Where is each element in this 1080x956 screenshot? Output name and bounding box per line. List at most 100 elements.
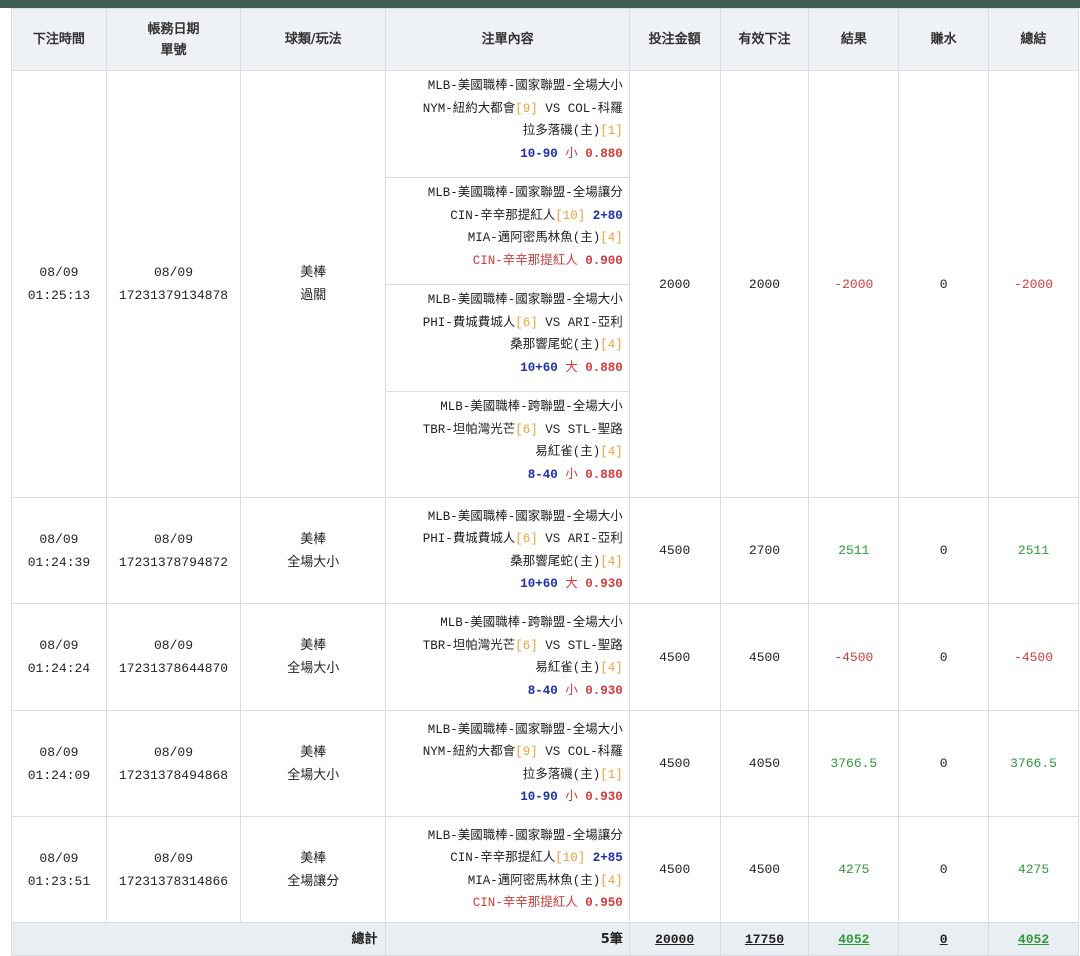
cell-bet-time-line2: 01:24:39 bbox=[27, 554, 91, 570]
pick-away-team: STL-聖路 bbox=[567, 638, 623, 653]
pick-side: 小 bbox=[557, 146, 586, 161]
cell-bet-time-top: 08/09 bbox=[12, 741, 106, 764]
pick-line: 8-40 bbox=[527, 467, 558, 482]
cell-result-value: 3766.5 bbox=[830, 756, 878, 771]
pick-odds: 0.880 bbox=[585, 467, 623, 482]
cell-acct-order-line2: 17231378314866 bbox=[118, 873, 229, 889]
summary-rebate-value[interactable]: 0 bbox=[940, 932, 948, 947]
cell-total: 4275 bbox=[988, 816, 1079, 923]
cell-acct-order-top: 08/09 bbox=[107, 847, 240, 870]
cell-sport-play-line1: 美棒 bbox=[300, 531, 327, 547]
pick-away-name: MIA-邁阿密馬林魚(主) bbox=[467, 231, 601, 245]
bet-pick: MLB-美國職棒-國家聯盟-全場大小 PHI-費城費城人[6] VS ARI-亞利… bbox=[386, 502, 628, 600]
cell-total-value: -2000 bbox=[1014, 276, 1054, 292]
summary-total-value[interactable]: 4052 bbox=[1018, 932, 1049, 947]
pick-away-rank: [4] bbox=[600, 554, 623, 569]
cell-acct-order-line1: 08/09 bbox=[153, 531, 193, 547]
cell-bet-time-line1: 08/09 bbox=[39, 531, 79, 547]
pick-league-line: MLB-美國職棒-國家聯盟-全場讓分 bbox=[390, 182, 623, 205]
cell-bet-time-bottom: 01:24:39 bbox=[12, 551, 106, 574]
summary-stake-value[interactable]: 20000 bbox=[655, 932, 694, 947]
cell-total: 3766.5 bbox=[988, 710, 1079, 817]
cell-rebate: 0 bbox=[898, 497, 990, 604]
cell-bet-time-top: 08/09 bbox=[12, 634, 106, 657]
summary-row: 總計 5筆 20000 17750 4052 0 4052 bbox=[10, 922, 1079, 956]
cell-sport-play: 美棒 全場大小 bbox=[240, 497, 387, 604]
cell-stake: 4500 bbox=[628, 603, 721, 711]
pick-league-line: MLB-美國職棒-國家聯盟-全場大小 bbox=[390, 719, 623, 742]
cell-sport-play: 美棒 全場大小 bbox=[240, 710, 387, 817]
pick-away-rank: [4] bbox=[600, 873, 623, 888]
cell-sport-play-line2: 全場大小 bbox=[287, 767, 340, 783]
cell-acct-order-bottom: 17231379134878 bbox=[107, 284, 240, 307]
cell-valid-value: 4500 bbox=[748, 862, 781, 877]
pick-match-line: NYM-紐約大都會[9] VS COL-科羅 bbox=[390, 98, 623, 121]
cell-result-value: 2511 bbox=[838, 543, 870, 558]
cell-sport-play-line1: 美棒 bbox=[300, 744, 327, 760]
cell-acct-order-top: 08/09 bbox=[107, 528, 240, 551]
cell-sport-play: 美棒 全場讓分 bbox=[240, 816, 387, 923]
pick-team: CIN-辛辛那提紅人 bbox=[472, 896, 578, 910]
pick-vs: VS bbox=[537, 745, 568, 759]
cell-stake: 4500 bbox=[628, 497, 721, 604]
pick-league: MLB-美國職棒-國家聯盟-全場大小 bbox=[427, 293, 623, 307]
pick-away-line: 拉多落磯(主)[1] bbox=[390, 120, 623, 143]
cell-sport-play-top: 美棒 bbox=[241, 847, 385, 870]
cell-sport-play-top: 美棒 bbox=[241, 741, 385, 764]
cell-acct-order-line2: 17231378794872 bbox=[118, 554, 229, 570]
pick-match-line: PHI-費城費城人[6] VS ARI-亞利 bbox=[390, 528, 623, 551]
cell-sport-play-line1: 美棒 bbox=[300, 265, 327, 280]
pick-away-name: MIA-邁阿密馬林魚(主) bbox=[467, 873, 601, 888]
col-header-total: 總結 bbox=[988, 8, 1079, 71]
col-header-valid: 有效下注 bbox=[719, 8, 810, 71]
cell-valid: 2700 bbox=[719, 497, 810, 604]
cell-sport-play-bottom: 全場大小 bbox=[241, 764, 385, 787]
cell-bet-time-line2: 01:24:24 bbox=[27, 661, 91, 676]
pick-match-line: TBR-坦帕灣光芒[6] VS STL-聖路 bbox=[390, 635, 623, 658]
pick-league-line: MLB-美國職棒-國家聯盟-全場大小 bbox=[390, 506, 623, 529]
cell-rebate-value: 0 bbox=[939, 649, 948, 665]
col-header-date-line1: 帳務日期 bbox=[147, 21, 200, 37]
cell-rebate: 0 bbox=[898, 710, 990, 817]
pick-odds: 0.930 bbox=[585, 577, 623, 591]
cell-rebate-value: 0 bbox=[939, 276, 948, 292]
cell-valid: 4500 bbox=[719, 603, 810, 711]
cell-total-value: 3766.5 bbox=[1010, 756, 1057, 771]
pick-away-rank: [1] bbox=[600, 767, 623, 782]
cell-stake: 4500 bbox=[628, 710, 721, 817]
cell-valid: 4050 bbox=[719, 710, 810, 817]
bet-pick: MLB-美國職棒-國家聯盟-全場讓分 CIN-辛辛那提紅人[10] 2+85 MIA… bbox=[386, 821, 628, 919]
cell-acct-order-bottom: 17231378644870 bbox=[107, 657, 240, 680]
cell-bet-time: 08/09 01:24:24 bbox=[11, 603, 107, 711]
pick-away-line: 桑那響尾蛇(主)[4] bbox=[390, 551, 623, 574]
pick-vs: VS bbox=[537, 532, 568, 546]
cell-total-value: 2511 bbox=[1017, 543, 1050, 558]
cell-bet-time-bottom: 01:23:51 bbox=[12, 870, 106, 893]
pick-match-line: CIN-辛辛那提紅人[10] 2+85 bbox=[390, 847, 623, 870]
pick-home-rank: [10] bbox=[555, 851, 586, 865]
pick-side: 小 bbox=[557, 467, 586, 482]
pick-odds: 0.880 bbox=[585, 360, 623, 375]
pick-away-name: 拉多落磯(主) bbox=[522, 767, 601, 782]
cell-bet-time: 08/09 01:24:39 bbox=[11, 497, 107, 604]
summary-valid-value[interactable]: 17750 bbox=[745, 932, 784, 947]
cell-rebate: 0 bbox=[898, 70, 990, 498]
col-header-result: 結果 bbox=[808, 8, 900, 71]
table-row: 08/09 01:23:51 08/09 17231378314866 美棒 全場讓分 ML… bbox=[11, 816, 1079, 923]
cell-acct-order-bottom: 17231378794872 bbox=[107, 551, 240, 574]
pick-away-team: ARI-亞利 bbox=[567, 315, 623, 330]
cell-valid: 4500 bbox=[719, 816, 810, 923]
cell-bet-time-line1: 08/09 bbox=[39, 744, 79, 760]
summary-result-value[interactable]: 4052 bbox=[838, 932, 869, 947]
cell-acct-order-bottom: 17231378314866 bbox=[107, 870, 240, 893]
bet-records-table: 下注時間 帳務日期 單號 球類/玩法 注單內容 投注金額 有效下注 結果 賺水 … bbox=[10, 8, 1079, 956]
pick-home-rank: [9] bbox=[515, 745, 538, 759]
bet-pick: MLB-美國職棒-跨聯盟-全場大小 TBR-坦帕灣光芒[6] VS STL-聖路易… bbox=[386, 392, 628, 497]
cell-result: 3766.5 bbox=[808, 710, 900, 817]
pick-home-rank: [9] bbox=[515, 101, 538, 116]
cell-bet-time: 08/09 01:25:13 bbox=[11, 70, 107, 498]
pick-away-line: 桑那響尾蛇(主)[4] bbox=[390, 334, 623, 357]
cell-acct-order-line1: 08/09 bbox=[153, 638, 193, 653]
summary-stake: 20000 bbox=[628, 922, 721, 956]
top-bar bbox=[0, 0, 1080, 8]
